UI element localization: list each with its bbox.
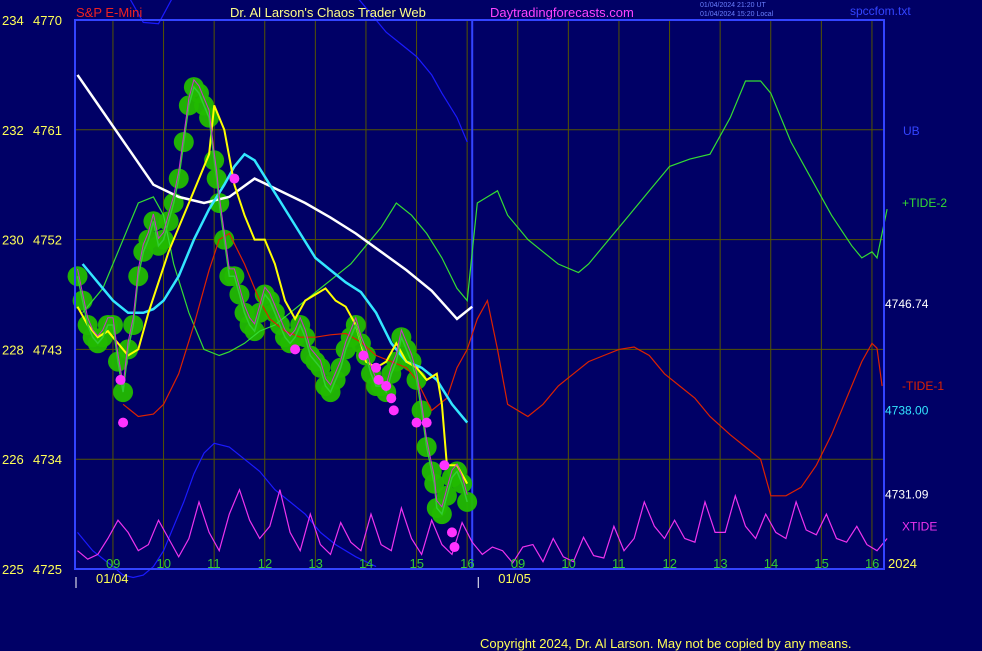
site-link[interactable]: Daytradingforecasts.com [490,5,634,20]
x-tick-8: 09 [511,556,525,571]
marker-12 [439,460,450,471]
y-label-b-1: 4761 [33,123,62,138]
marker-4 [358,350,369,361]
x-tick-15: 16 [865,556,879,571]
y-label-b-0: 4770 [33,13,62,28]
y-label-a-2: 230 [2,233,24,248]
x-tick-6: 15 [410,556,424,571]
marker-1 [118,417,129,428]
y-label-a-4: 226 [2,452,24,467]
marker-9 [388,405,399,416]
x-tick-9: 10 [561,556,575,571]
marker-13 [446,527,457,538]
x-tick-4: 13 [308,556,322,571]
marker-7 [381,381,392,391]
x-tick-5: 14 [359,556,373,571]
y-label-b-3: 4743 [33,342,62,357]
chart-title: Dr. Al Larson's Chaos Trader Web [230,5,426,20]
y-label-a-3: 228 [2,342,24,357]
y-label-b-4: 4734 [33,452,62,467]
chaos-chart: 234 4770 232 4761 230 4752 228 4743 226 4734 225 47… [0,0,982,650]
series-label-2: +TIDE-2 [902,196,947,210]
y-label-a-1: 232 [2,123,24,138]
marker-5 [371,362,382,373]
x-tick-3: 12 [258,556,272,571]
marker-14 [449,542,460,553]
marker-2 [229,173,240,184]
x-tick-2: 11 [207,556,221,571]
x-tick-13: 14 [764,556,778,571]
y-label-b-5: 4725 [33,562,62,577]
x-tick-7: 16 [460,556,474,571]
instrument-label: S&P E-Mini [76,5,143,20]
utc-timestamp: 01/04/2024 21:20 UT [700,2,766,9]
local-timestamp: 01/04/2024 15:20 Local [700,11,774,18]
year-label: 2024 [888,556,917,571]
marker-8 [386,393,397,404]
day-label-0: 01/04 [96,571,129,586]
x-tick-12: 13 [713,556,727,571]
y-label-a-0: 234 [2,13,24,28]
marker-0 [115,374,126,385]
right-value-2: 4731.09 [885,488,929,502]
marker-10 [411,417,422,428]
chart-background [0,0,982,650]
marker-3 [290,344,301,355]
data-file-label: spccfom.txt [850,4,911,18]
x-tick-1: 10 [157,556,171,571]
legend-label-0: UB [903,124,920,138]
series-label-8: XTIDE [902,519,937,533]
x-tick-14: 15 [814,556,828,571]
marker-11 [421,417,432,428]
x-tick-0: 09 [106,556,120,571]
x-tick-11: 12 [663,556,677,571]
right-value-0: 4746.74 [885,297,929,311]
y-label-b-2: 4752 [33,233,62,248]
copyright: Copyright 2024, Dr. Al Larson. May not b… [480,636,852,651]
right-value-1: 4738.00 [885,403,929,417]
x-tick-10: 11 [612,556,626,571]
day-label-1: 01/05 [498,571,531,586]
y-label-a-5: 225 [2,562,24,577]
series-label-3: -TIDE-1 [902,379,944,393]
